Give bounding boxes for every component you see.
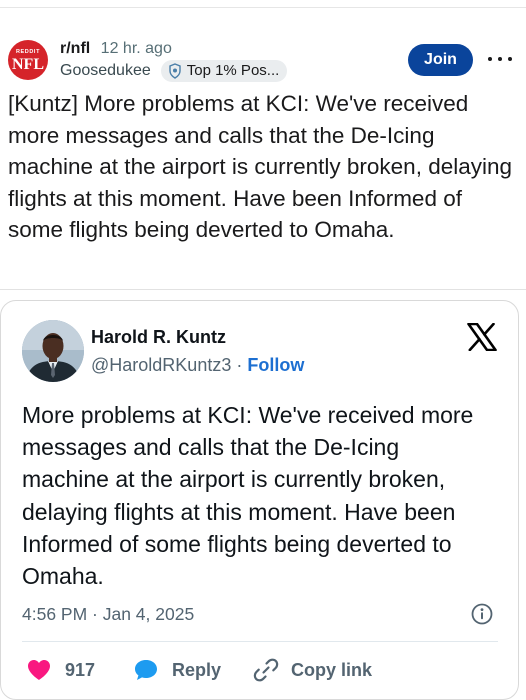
top-divider bbox=[0, 7, 526, 8]
reply-button[interactable]: Reply bbox=[134, 656, 221, 684]
tweet-timestamp[interactable]: 4:56 PM · Jan 4, 2025 bbox=[22, 602, 194, 626]
more-options-icon[interactable] bbox=[488, 52, 512, 66]
section-divider bbox=[0, 289, 526, 290]
post-meta-line: r/nfl 12 hr. ago bbox=[60, 38, 172, 60]
post-author-line: Goosedukee Top 1% Pos... bbox=[60, 60, 288, 82]
user-flair-badge: Top 1% Pos... bbox=[160, 60, 288, 82]
embedded-tweet-card[interactable]: Harold R. Kuntz @HaroldRKuntz3 · Follow … bbox=[0, 300, 519, 700]
like-count: 917 bbox=[65, 659, 96, 680]
copy-link-button[interactable]: Copy link bbox=[253, 656, 372, 684]
logo-main-text: NFL bbox=[12, 56, 44, 73]
flair-text: Top 1% Pos... bbox=[186, 62, 280, 79]
logo-top-text: REDDIT bbox=[16, 49, 40, 55]
heart-icon bbox=[28, 660, 50, 680]
tweet-actions-bar: 917 Reply Copy link bbox=[1, 656, 520, 684]
link-icon bbox=[253, 658, 279, 682]
tweet-text: More problems at KCI: We've received mor… bbox=[22, 402, 474, 590]
post-title[interactable]: [Kuntz] More problems at KCI: We've rece… bbox=[8, 88, 520, 246]
join-button[interactable]: Join bbox=[408, 44, 473, 76]
tweet-author-handle[interactable]: @HaroldRKuntz3 bbox=[91, 355, 231, 375]
post-username[interactable]: Goosedukee bbox=[60, 60, 151, 82]
nfl-subreddit-logo[interactable]: REDDIT NFL bbox=[8, 40, 48, 80]
subreddit-name[interactable]: r/nfl bbox=[60, 40, 90, 57]
tweet-author-avatar[interactable] bbox=[22, 320, 84, 382]
tweet-author-name[interactable]: Harold R. Kuntz bbox=[91, 325, 226, 349]
reply-icon bbox=[135, 660, 157, 680]
handle-separator: · bbox=[236, 355, 243, 375]
post-time: 12 hr. ago bbox=[100, 40, 172, 57]
reply-label: Reply bbox=[172, 659, 222, 680]
follow-link[interactable]: Follow bbox=[247, 355, 304, 375]
copy-link-label: Copy link bbox=[291, 659, 373, 680]
flair-badge-icon bbox=[169, 63, 181, 79]
tweet-handle-line: @HaroldRKuntz3 · Follow bbox=[91, 353, 304, 377]
info-icon[interactable] bbox=[471, 603, 493, 625]
like-button[interactable]: 917 bbox=[27, 656, 95, 684]
tweet-divider bbox=[22, 641, 498, 642]
x-logo-icon[interactable] bbox=[467, 323, 497, 351]
